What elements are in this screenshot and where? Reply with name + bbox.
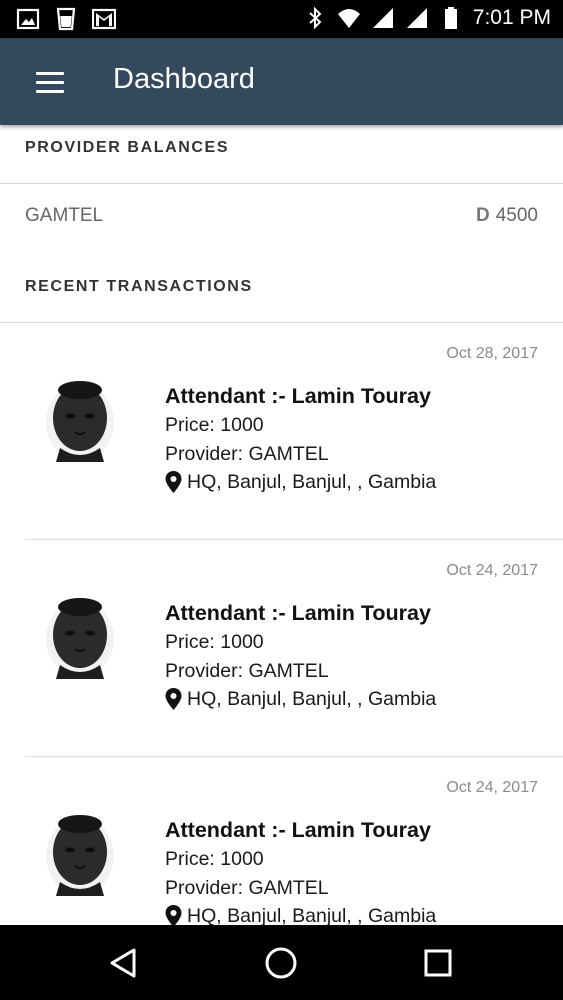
provider-balances-header: PROVIDER BALANCES: [25, 139, 230, 156]
balance-amount: D 4500: [476, 205, 538, 227]
transaction-provider: Provider: GAMTEL: [165, 876, 329, 899]
location-text: HQ, Banjul, Banjul, , Gambia: [187, 471, 437, 493]
location-text: HQ, Banjul, Banjul, , Gambia: [187, 688, 437, 710]
transaction-price: Price: 1000: [165, 848, 264, 870]
balance-provider-name: GAMTEL: [25, 205, 104, 226]
notification-icons: [16, 7, 116, 31]
attendant-avatar: [46, 381, 114, 462]
transaction-location: HQ, Banjul, Banjul, , Gambia: [165, 685, 555, 714]
transaction-details: Attendant :- Lamin Touray Price: 1000 Pr…: [165, 815, 555, 925]
dashboard-content[interactable]: PROVIDER BALANCES GAMTEL D 4500 RECENT TR…: [0, 125, 563, 925]
transaction-provider: Provider: GAMTEL: [165, 442, 329, 465]
glass-icon: [56, 7, 76, 31]
bluetooth-icon: [309, 6, 322, 30]
balance-row[interactable]: GAMTEL D 4500: [0, 183, 563, 248]
location-pin-icon: [165, 471, 182, 494]
transaction-price: Price: 1000: [165, 631, 264, 653]
transaction-location: HQ, Banjul, Banjul, , Gambia: [165, 468, 555, 497]
attendant-name: Attendant :- Lamin Touray: [165, 818, 431, 842]
battery-icon: [444, 7, 457, 29]
transaction-date: Oct 24, 2017: [446, 562, 538, 579]
currency-symbol: D: [475, 205, 490, 226]
signal-icon: [406, 8, 427, 28]
transaction-date: Oct 24, 2017: [446, 779, 538, 796]
location-pin-icon: [165, 905, 182, 925]
attendant-name: Attendant :- Lamin Touray: [165, 601, 431, 625]
back-triangle-icon[interactable]: [104, 943, 144, 983]
attendant-avatar: [46, 598, 114, 679]
system-icons: 7:01 PM: [303, 6, 551, 30]
recent-transactions-header: RECENT TRANSACTIONS: [25, 278, 253, 295]
attendant-name: Attendant :- Lamin Touray: [165, 384, 431, 408]
image-icon: [16, 8, 40, 30]
page-title: Dashboard: [113, 63, 255, 95]
hamburger-menu-icon[interactable]: [26, 62, 74, 102]
recents-square-icon[interactable]: [418, 943, 458, 983]
transaction-details: Attendant :- Lamin Touray Price: 1000 Pr…: [165, 381, 555, 497]
home-circle-icon[interactable]: [261, 943, 301, 983]
transaction-item[interactable]: Oct 24, 2017 Attendant :- Lamin Touray P…: [0, 540, 563, 757]
navigation-bar: [0, 925, 563, 1000]
signal-icon: [372, 8, 393, 28]
transaction-provider: Provider: GAMTEL: [165, 659, 329, 682]
status-bar: 7:01 PM: [0, 0, 563, 38]
balance-value: 4500: [495, 205, 538, 226]
transaction-location: HQ, Banjul, Banjul, , Gambia: [165, 902, 555, 925]
gmail-icon: [92, 8, 116, 30]
transaction-price: Price: 1000: [165, 414, 264, 436]
status-time: 7:01 PM: [472, 6, 551, 29]
transaction-details: Attendant :- Lamin Touray Price: 1000 Pr…: [165, 598, 555, 714]
transaction-item[interactable]: Oct 24, 2017 Attendant :- Lamin Touray P…: [0, 757, 563, 925]
transaction-item[interactable]: Oct 28, 2017 Attendant :- Lamin Touray P…: [0, 323, 563, 540]
location-text: HQ, Banjul, Banjul, , Gambia: [187, 905, 437, 925]
transaction-date: Oct 28, 2017: [446, 345, 538, 362]
attendant-avatar: [46, 815, 114, 896]
app-bar: Dashboard: [0, 38, 563, 125]
wifi-icon: [337, 9, 360, 28]
location-pin-icon: [165, 688, 182, 711]
